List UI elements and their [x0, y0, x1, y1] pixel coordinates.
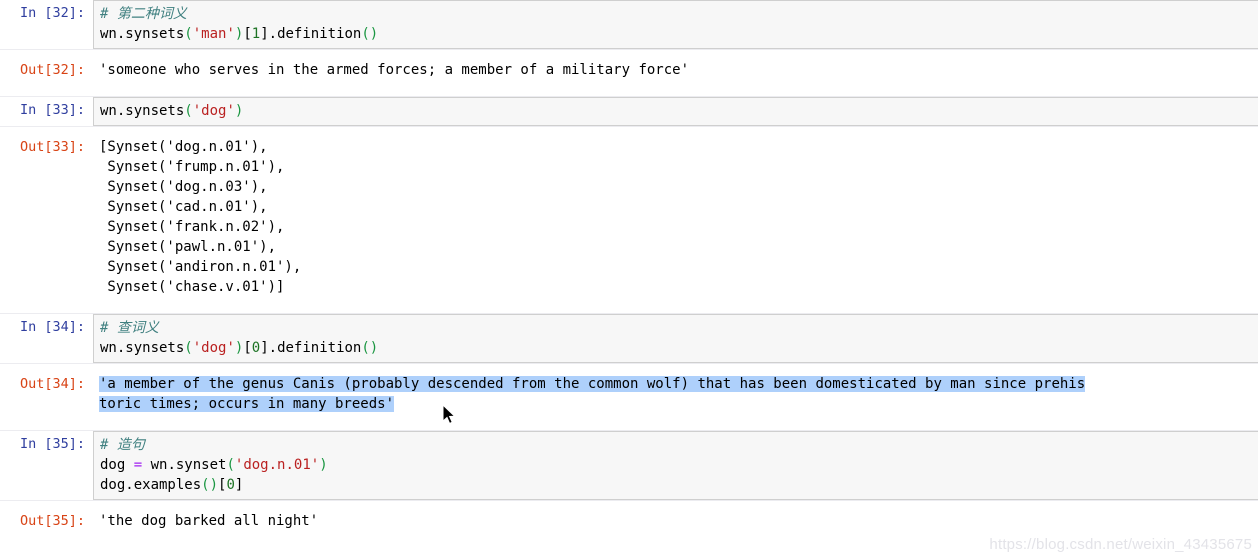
- output-cell: Out[33]: [Synset('dog.n.01'), Synset('fru…: [0, 135, 1258, 299]
- code-line: wn.synsets('dog'): [100, 101, 1254, 121]
- code-cell[interactable]: In [34]: # 查词义 wn.synsets('dog')[0].defini…: [0, 313, 1258, 364]
- output-line: toric times; occurs in many breeds': [99, 394, 1254, 414]
- code-token: ]: [234, 477, 244, 493]
- code-token: (): [361, 26, 379, 42]
- output-prompt-label: Out[33]:: [19, 139, 85, 155]
- code-token: # 第二种词义: [100, 6, 187, 22]
- output-line: Synset('dog.n.03'),: [99, 179, 268, 195]
- code-line: wn.synsets('dog')[0].definition(): [100, 338, 1254, 358]
- code-token: # 查词义: [100, 320, 159, 336]
- cell-spacer: [0, 127, 1258, 135]
- output-text-area: 'a member of the genus Canis (probably d…: [93, 372, 1258, 416]
- output-line: 'a member of the genus Canis (probably d…: [99, 374, 1254, 394]
- cell-spacer: [0, 50, 1258, 58]
- output-line: [Synset('dog.n.01'),: [99, 139, 268, 155]
- code-cell[interactable]: In [35]: # 造句 dog = wn.synset('dog.n.01') d…: [0, 430, 1258, 501]
- code-token: ]: [260, 26, 269, 42]
- output-text-area: 'someone who serves in the armed forces;…: [93, 58, 1258, 82]
- cell-row: In [32]: # 第二种词义 wn.synsets('man')[1].defi…: [0, 0, 1258, 49]
- code-token: 0: [251, 340, 261, 356]
- code-token: =: [133, 457, 143, 473]
- selected-text: 'a member of the genus Canis (probably d…: [99, 376, 1086, 392]
- code-token: 'man': [192, 26, 235, 42]
- code-line: # 造句: [100, 435, 1254, 455]
- code-line: # 第二种词义: [100, 4, 1254, 24]
- output-line: Synset('chase.v.01')]: [99, 279, 285, 295]
- code-token: wn.synsets: [100, 340, 185, 356]
- output-line: Synset('frank.n.02'),: [99, 219, 285, 235]
- cell-spacer: [0, 416, 1258, 430]
- code-cell[interactable]: In [32]: # 第二种词义 wn.synsets('man')[1].defi…: [0, 0, 1258, 50]
- selected-text: toric times; occurs in many breeds': [99, 396, 395, 412]
- cell-row: In [35]: # 造句 dog = wn.synset('dog.n.01') d…: [0, 431, 1258, 500]
- code-token: # 造句: [100, 437, 145, 453]
- code-cell[interactable]: In [33]: wn.synsets('dog'): [0, 96, 1258, 127]
- code-token: dog: [100, 457, 134, 473]
- output-cell: Out[32]: 'someone who serves in the armed…: [0, 58, 1258, 82]
- code-token: .definition: [268, 26, 362, 42]
- code-token: (): [361, 340, 379, 356]
- input-prompt-label: In [33]:: [19, 102, 85, 118]
- cell-row: In [33]: wn.synsets('dog'): [0, 97, 1258, 126]
- jupyter-notebook: In [32]: # 第二种词义 wn.synsets('man')[1].defi…: [0, 0, 1258, 533]
- output-cell: Out[35]: 'the dog barked all night': [0, 509, 1258, 533]
- cell-row: Out[33]: [Synset('dog.n.01'), Synset('fru…: [0, 135, 1258, 299]
- code-token: [: [243, 26, 252, 42]
- code-editor-area[interactable]: wn.synsets('dog'): [93, 97, 1258, 126]
- input-prompt-label: In [32]:: [19, 5, 85, 21]
- input-prompt-label: In [34]:: [19, 319, 85, 335]
- code-token: .definition: [268, 340, 362, 356]
- code-token: 0: [226, 477, 235, 493]
- output-line: Synset('frump.n.01'),: [99, 159, 285, 175]
- code-editor-area[interactable]: # 第二种词义 wn.synsets('man')[1].definition(): [93, 0, 1258, 49]
- code-line: wn.synsets('man')[1].definition(): [100, 24, 1254, 44]
- code-token: 1: [251, 26, 261, 42]
- output-line: Synset('cad.n.01'),: [99, 199, 268, 215]
- code-token: dog.examples: [100, 477, 202, 493]
- cell-spacer: [0, 299, 1258, 313]
- cell-row: In [34]: # 查词义 wn.synsets('dog')[0].defini…: [0, 314, 1258, 363]
- code-line: dog.examples()[0]: [100, 475, 1254, 495]
- cell-row: Out[34]: 'a member of the genus Canis (pr…: [0, 372, 1258, 416]
- code-line: dog = wn.synset('dog.n.01'): [100, 455, 1254, 475]
- code-token: wn.synsets: [100, 103, 185, 119]
- cell-spacer: [0, 501, 1258, 509]
- output-prompt-label: Out[32]:: [19, 62, 85, 78]
- cell-row: Out[35]: 'the dog barked all night': [0, 509, 1258, 533]
- code-editor-area[interactable]: # 造句 dog = wn.synset('dog.n.01') dog.examp…: [93, 431, 1258, 500]
- code-token: wn.synset: [142, 457, 227, 473]
- code-token: [: [243, 340, 252, 356]
- output-line: 'the dog barked all night': [99, 513, 319, 529]
- output-text-area: [Synset('dog.n.01'), Synset('frump.n.01'…: [93, 135, 1258, 299]
- code-token: ]: [260, 340, 269, 356]
- code-token: ): [234, 103, 244, 119]
- watermark: https://blog.csdn.net/weixin_43435675: [989, 536, 1252, 553]
- code-token: 'dog': [192, 340, 235, 356]
- output-line: 'someone who serves in the armed forces;…: [99, 62, 690, 78]
- code-token: 'dog': [192, 103, 235, 119]
- code-line: # 查词义: [100, 318, 1254, 338]
- output-line: Synset('andiron.n.01'),: [99, 259, 302, 275]
- output-prompt-label: Out[34]:: [19, 376, 85, 392]
- code-token: (: [184, 340, 193, 356]
- output-cell: Out[34]: 'a member of the genus Canis (pr…: [0, 372, 1258, 416]
- output-text-area: 'the dog barked all night': [93, 509, 1258, 533]
- output-line: Synset('pawl.n.01'),: [99, 239, 277, 255]
- code-token: (): [201, 477, 219, 493]
- output-prompt-label: Out[35]:: [19, 513, 85, 529]
- code-token: ): [319, 457, 328, 473]
- input-prompt-label: In [35]:: [19, 436, 85, 452]
- cell-row: Out[32]: 'someone who serves in the armed…: [0, 58, 1258, 82]
- code-token: (: [184, 103, 193, 119]
- code-token: 'dog.n.01': [234, 457, 320, 473]
- code-editor-area[interactable]: # 查词义 wn.synsets('dog')[0].definition(): [93, 314, 1258, 363]
- code-token: wn.synsets: [100, 26, 185, 42]
- cell-spacer: [0, 82, 1258, 96]
- code-token: (: [184, 26, 193, 42]
- cell-spacer: [0, 364, 1258, 372]
- code-token: (: [226, 457, 235, 473]
